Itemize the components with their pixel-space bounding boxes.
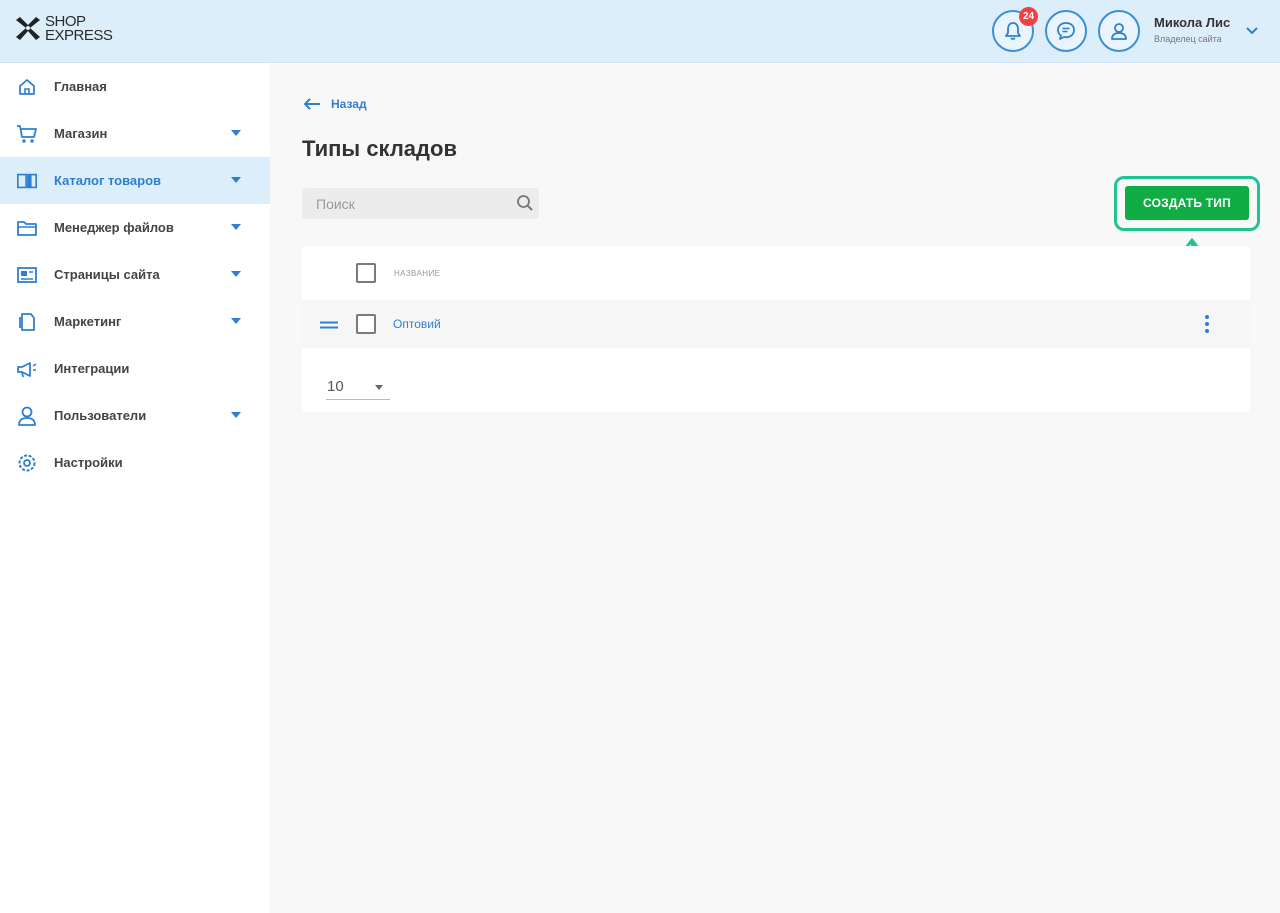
sidebar-item-label: Пользователи: [54, 408, 147, 423]
warehouse-types-table: название Оптовий 10: [302, 246, 1250, 412]
rows-per-page-select[interactable]: 10: [326, 376, 390, 400]
table-header-row: название: [302, 246, 1250, 300]
bell-icon: [1005, 22, 1021, 40]
messages-button[interactable]: [1045, 10, 1087, 52]
sidebar-item-label: Интеграции: [54, 361, 130, 376]
book-icon: [16, 170, 38, 192]
users-icon: [16, 405, 38, 427]
shop-express-logo[interactable]: SHOP EXPRESS: [13, 14, 113, 44]
sidebar-item-catalog[interactable]: Каталог товаров: [0, 157, 270, 204]
cart-icon: [16, 123, 38, 145]
arrow-left-icon: [303, 98, 320, 110]
sidebar-item-label: Настройки: [54, 455, 123, 470]
search-input[interactable]: [302, 188, 539, 219]
sidebar-item-label: Маркетинг: [54, 314, 122, 329]
caret-down-icon: [231, 412, 241, 418]
sidebar-item-settings[interactable]: Настройки: [0, 439, 270, 486]
search-icon[interactable]: [516, 194, 534, 212]
sidebar-item-shop[interactable]: Магазин: [0, 110, 270, 157]
caret-down-icon: [231, 224, 241, 230]
chat-icon: [1057, 22, 1075, 40]
chevron-down-icon[interactable]: [1245, 24, 1259, 38]
logo-text-express: EXPRESS: [45, 27, 113, 44]
user-icon: [1111, 23, 1127, 40]
rows-per-page-value: 10: [327, 378, 344, 395]
column-header-name[interactable]: название: [394, 269, 440, 278]
sidebar-item-file-manager[interactable]: Менеджер файлов: [0, 204, 270, 251]
user-role: Владелец сайта: [1154, 34, 1222, 44]
row-checkbox[interactable]: [356, 314, 376, 334]
megaphone-icon: [16, 358, 38, 380]
sidebar-item-label: Страницы сайта: [54, 267, 160, 282]
drag-handle-icon[interactable]: [320, 321, 338, 329]
profile-button[interactable]: [1098, 10, 1140, 52]
user-info[interactable]: Микола Лис Владелец сайта: [1154, 15, 1230, 44]
notifications-button[interactable]: 24: [992, 7, 1038, 52]
create-type-button[interactable]: СОЗДАТЬ ТИП: [1125, 186, 1249, 220]
caret-down-icon: [231, 177, 241, 183]
folder-icon: [16, 217, 38, 239]
page-icon: [16, 264, 38, 286]
row-name-link[interactable]: Оптовий: [393, 317, 441, 331]
user-name: Микола Лис: [1154, 15, 1231, 30]
sidebar-item-label: Магазин: [54, 126, 108, 141]
table-row: Оптовий: [302, 300, 1250, 348]
back-label: Назад: [331, 97, 367, 111]
sidebar-item-label: Каталог товаров: [54, 173, 162, 188]
caret-down-icon: [375, 385, 383, 390]
back-link[interactable]: Назад: [303, 97, 367, 111]
sidebar-item-marketing[interactable]: Маркетинг: [0, 298, 270, 345]
sidebar-item-users[interactable]: Пользователи: [0, 392, 270, 439]
logo-mark-icon: [16, 17, 40, 40]
more-vertical-icon[interactable]: [1203, 314, 1211, 334]
sidebar-item-home[interactable]: Главная: [0, 63, 270, 110]
notifications-badge: 24: [1019, 7, 1038, 26]
page-title: Типы складов: [302, 136, 457, 161]
select-all-checkbox[interactable]: [356, 263, 376, 283]
home-icon: [16, 76, 38, 98]
sidebar-item-site-pages[interactable]: Страницы сайта: [0, 251, 270, 298]
search-box: [302, 188, 539, 219]
sidebar-item-integrations[interactable]: Интеграции: [0, 345, 270, 392]
caret-down-icon: [231, 271, 241, 277]
gear-icon: [16, 452, 38, 474]
caret-down-icon: [231, 130, 241, 136]
sidebar-item-label: Главная: [54, 79, 107, 94]
sidebar: Главная Магазин Каталог товаров Менеджер…: [0, 63, 270, 913]
top-header: SHOP EXPRESS 24 Микола Лис Владелец сайт…: [0, 0, 1280, 63]
marketing-icon: [16, 311, 38, 333]
caret-down-icon: [231, 318, 241, 324]
sidebar-item-label: Менеджер файлов: [54, 220, 174, 235]
